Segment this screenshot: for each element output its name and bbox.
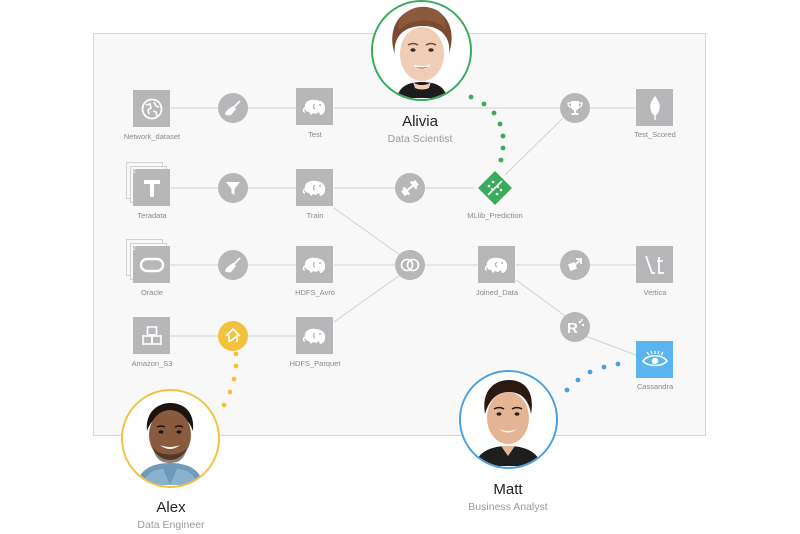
train-label: Train [306, 211, 324, 220]
matt-name: Matt [493, 481, 523, 498]
mllib-prediction-label: MLlib_Prediction [467, 211, 523, 220]
vertica-icon [644, 255, 664, 274]
vertica-label: Vertica [643, 288, 667, 297]
test-box [296, 88, 333, 125]
recipe-join[interactable] [395, 250, 425, 280]
recipe-clean-1[interactable] [218, 93, 248, 123]
globe-icon [141, 98, 162, 119]
network-dataset-box [133, 90, 170, 127]
recipe-export[interactable] [218, 321, 248, 351]
link [333, 207, 401, 256]
alivia-dotted-connector [468, 94, 506, 163]
trophy-icon [567, 101, 583, 115]
alex-role: Data Engineer [137, 519, 205, 531]
train-box [296, 169, 333, 206]
oracle-icon [139, 257, 164, 272]
joined-data-label: Joined_Data [475, 288, 519, 297]
hdfs-parquet-box [296, 317, 333, 354]
hadoop-elephant-icon [302, 328, 325, 344]
link [584, 335, 637, 356]
teradata-icon [143, 179, 160, 197]
svg-text:R: R [567, 320, 578, 337]
join-rings-icon [400, 258, 420, 272]
cassandra-label: Cassandra [636, 382, 674, 391]
link [504, 117, 564, 176]
oracle-label: Oracle [140, 288, 164, 297]
test-scored-box [636, 89, 673, 126]
matt-portrait [461, 372, 555, 466]
hdfs-avro-box [296, 246, 333, 283]
teradata-box [133, 169, 170, 206]
alex-dotted-connector [221, 351, 239, 408]
hadoop-elephant-icon [302, 180, 325, 196]
recipe-sync[interactable] [560, 250, 590, 280]
cubes-icon [141, 325, 162, 345]
prediction-icon [478, 171, 512, 205]
link [515, 279, 569, 319]
r-icon: R [567, 319, 585, 337]
alivia-role: Data Scientist [387, 133, 453, 145]
network-dataset-label: Network_dataset [123, 132, 181, 141]
amazon-s3-label: Amazon_S3 [131, 359, 173, 368]
dumbbell-icon [401, 179, 419, 197]
hadoop-elephant-icon [484, 257, 507, 273]
hdfs-avro-label: HDFS_Avro [295, 288, 335, 297]
cassandra-eye-icon [641, 350, 668, 366]
oracle-box [133, 246, 170, 283]
broom-icon [225, 100, 241, 116]
matt-role: Business Analyst [468, 501, 548, 513]
sync-icon [568, 258, 582, 271]
alex-name: Alex [156, 499, 186, 516]
hdfs-parquet-label: HDFS_Parquet [289, 359, 341, 368]
hadoop-elephant-icon [302, 257, 325, 273]
link [333, 274, 401, 323]
oracle-badge: 2 [132, 245, 136, 252]
recipe-r-script[interactable]: R [560, 312, 590, 342]
joined-data-box [478, 246, 515, 283]
alivia-portrait [373, 2, 469, 98]
recipe-score[interactable] [560, 93, 590, 123]
test-scored-label: Test_Scored [634, 130, 676, 139]
recipe-train[interactable] [395, 173, 425, 203]
broom-icon [225, 257, 241, 273]
amazon-s3-box [133, 317, 170, 354]
alex-avatar [121, 389, 220, 488]
alivia-avatar [371, 0, 472, 101]
alex-portrait [123, 391, 217, 485]
recipe-filter[interactable] [218, 173, 248, 203]
vertica-box [636, 246, 673, 283]
hadoop-elephant-icon [302, 99, 325, 115]
funnel-icon [226, 182, 240, 195]
cassandra-box [636, 341, 673, 378]
matt-avatar [459, 370, 558, 469]
alivia-name: Alivia [402, 113, 438, 130]
export-icon [225, 327, 241, 343]
matt-dotted-connector [564, 361, 621, 393]
teradata-label: Teradata [137, 211, 167, 220]
teradata-badge: 2 [132, 168, 136, 175]
test-label: Test [308, 130, 322, 139]
leaf-icon [649, 95, 660, 120]
recipe-clean-2[interactable] [218, 250, 248, 280]
